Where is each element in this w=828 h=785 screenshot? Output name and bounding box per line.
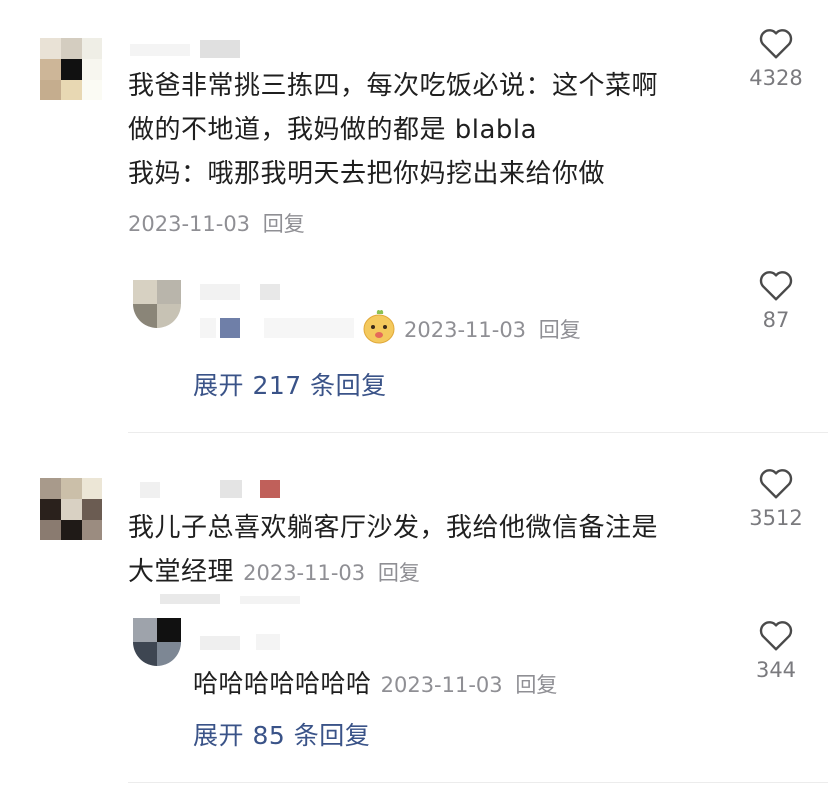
- reply-date: 2023-11-03: [404, 318, 527, 342]
- like-button[interactable]: 344: [736, 618, 816, 682]
- reply-button[interactable]: 回复: [539, 318, 581, 342]
- comment-line: 大堂经理: [128, 557, 235, 587]
- reply-date: 2023-11-03: [380, 673, 503, 697]
- reply-text: 哈哈哈哈哈哈哈 2023-11-03 回复: [193, 662, 557, 706]
- like-count: 3512: [749, 506, 803, 530]
- like-button[interactable]: 3512: [736, 466, 816, 530]
- comment-date: 2023-11-03: [243, 561, 366, 585]
- divider: [128, 432, 828, 433]
- comment-text: 我爸非常挑三拣四，每次吃饭必说：这个菜啊 做的不地道，我妈做的都是 blabla…: [128, 64, 658, 196]
- reply-meta: 2023-11-03 回复: [381, 673, 558, 697]
- username[interactable]: [130, 480, 280, 498]
- username[interactable]: [200, 634, 280, 652]
- avatar[interactable]: [40, 38, 102, 100]
- comment-line: 我妈：哦那我明天去把你妈挖出来给你做: [128, 159, 606, 189]
- like-button[interactable]: 4328: [736, 26, 816, 90]
- comment-text: 我儿子总喜欢躺客厅沙发，我给他微信备注是 大堂经理 2023-11-03 回复: [128, 506, 658, 594]
- like-button[interactable]: 87: [736, 268, 816, 332]
- heart-outline-icon: [759, 621, 793, 651]
- username[interactable]: [200, 284, 280, 302]
- heart-outline-icon: [759, 469, 793, 499]
- comment-date: 2023-11-03: [128, 212, 251, 236]
- reply-button[interactable]: 回复: [515, 673, 557, 697]
- comment-meta: 2023-11-03 回复: [128, 208, 305, 238]
- mascot-emoji: [362, 308, 396, 348]
- heart-outline-icon: [759, 29, 793, 59]
- avatar[interactable]: [40, 478, 102, 540]
- like-count: 87: [762, 308, 790, 332]
- like-count: 344: [755, 658, 797, 682]
- divider: [128, 782, 828, 783]
- expand-replies-link[interactable]: 展开 85 条回复: [193, 716, 370, 752]
- reply-button[interactable]: 回复: [378, 561, 420, 585]
- reply-meta: 2023-11-03 回复: [404, 314, 581, 344]
- reply-button[interactable]: 回复: [263, 212, 305, 236]
- username[interactable]: [130, 40, 240, 58]
- reply-text-blurred: [200, 316, 360, 340]
- comment-line: 我爸非常挑三拣四，每次吃饭必说：这个菜啊: [128, 71, 659, 101]
- comment-line: 做的不地道，我妈做的都是 blabla: [128, 115, 538, 145]
- avatar[interactable]: [133, 280, 181, 328]
- heart-outline-icon: [759, 271, 793, 301]
- reply-content: 哈哈哈哈哈哈哈: [193, 669, 372, 698]
- blur-strip: [160, 594, 310, 604]
- avatar[interactable]: [133, 618, 181, 666]
- comment-meta: 2023-11-03 回复: [243, 561, 420, 585]
- like-count: 4328: [749, 66, 803, 90]
- comment-line: 我儿子总喜欢躺客厅沙发，我给他微信备注是: [128, 513, 659, 543]
- expand-replies-link[interactable]: 展开 217 条回复: [193, 366, 387, 402]
